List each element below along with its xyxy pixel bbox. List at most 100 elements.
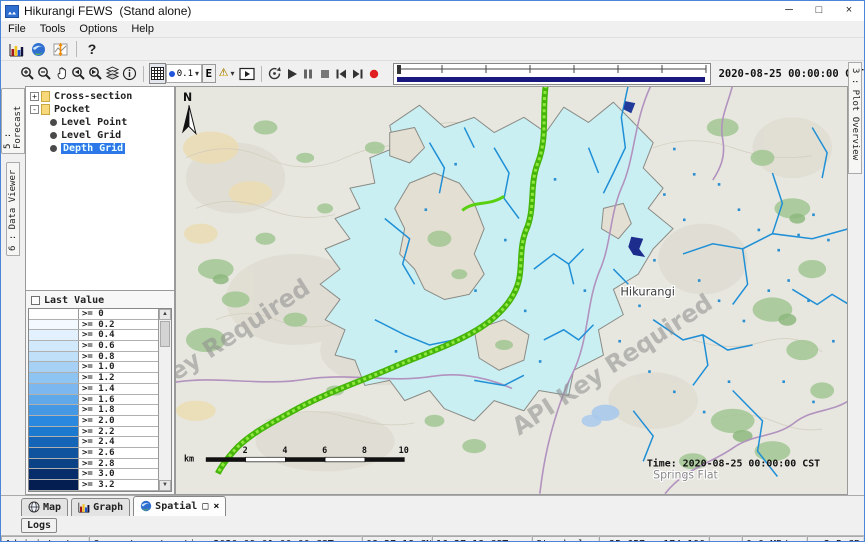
pause-icon[interactable] — [300, 63, 317, 84]
legend-row[interactable]: >= 1.8 — [29, 405, 171, 416]
warning-dropdown[interactable]: ⚠ ▾ — [216, 64, 238, 83]
legend-row[interactable]: >= 1.2 — [29, 373, 171, 384]
bullet-icon — [50, 145, 57, 152]
movie-player-icon[interactable] — [238, 63, 256, 84]
logs-row: Logs — [1, 516, 864, 535]
tab-forecast[interactable]: 5 : Forecast — [1, 88, 25, 154]
legend-swatch — [29, 384, 79, 394]
help-button[interactable]: ? — [82, 39, 102, 60]
contour-interval-dropdown[interactable]: 0.1 ▾ — [166, 64, 202, 83]
map-canvas[interactable]: Hikurangi Springs Flat API Key Required … — [176, 87, 847, 494]
legend-row[interactable]: >= 2.0 — [29, 416, 171, 427]
bullet-icon — [50, 132, 57, 139]
menu-help[interactable]: Help — [124, 21, 161, 37]
rolling-barrel-icon[interactable] — [266, 63, 283, 84]
skip-to-end-icon[interactable] — [349, 63, 366, 84]
tree-label: Cross-section — [54, 91, 132, 102]
filter-tree: + Cross-section - Pocket Level Point Lev… — [26, 87, 174, 291]
legend-row[interactable]: >= 0.2 — [29, 320, 171, 331]
legend-scrollbar[interactable]: ▲ ▼ — [158, 309, 171, 491]
legend-row[interactable]: >= 0.6 — [29, 341, 171, 352]
tab-data-viewer[interactable]: 6 : Data Viewer — [6, 162, 20, 256]
globe-icon[interactable] — [27, 39, 49, 60]
tree-label-selected: Depth Grid — [61, 143, 125, 154]
tab-plot-overview[interactable]: 3 : Plot Overview — [848, 62, 862, 174]
layers-icon[interactable] — [104, 63, 121, 84]
stop-icon[interactable] — [316, 63, 333, 84]
svg-text:8: 8 — [362, 446, 367, 456]
legend-swatch — [29, 405, 79, 415]
tree-node-level-point[interactable]: Level Point — [26, 116, 174, 129]
menu-bar: File Tools Options Help — [1, 21, 864, 38]
tree-node-level-grid[interactable]: Level Grid — [26, 129, 174, 142]
tab-close-icon[interactable]: × — [213, 501, 219, 512]
legend-row[interactable]: >= 0.8 — [29, 352, 171, 363]
logs-button[interactable]: Logs — [21, 518, 57, 533]
expand-icon[interactable]: + — [30, 92, 39, 101]
tab-maximize-icon[interactable]: □ — [202, 501, 208, 512]
status-memory: 2.5 GB — [807, 536, 864, 542]
legend-header: Last Value — [28, 293, 172, 308]
profile-scale-icon[interactable] — [49, 39, 71, 60]
legend-table: >= 0 >= 0.2 >= 0.4 >= 0.6 >= 0.8 >= 1.0 … — [28, 308, 172, 492]
tab-map[interactable]: Map — [21, 498, 68, 516]
tab-graph[interactable]: Graph — [71, 498, 130, 516]
tab-spatial[interactable]: Spatial □ × — [133, 496, 226, 516]
scroll-up-icon[interactable]: ▲ — [159, 309, 171, 320]
legend-swatch — [29, 469, 79, 479]
legend-row[interactable]: >= 2.8 — [29, 459, 171, 470]
menu-options[interactable]: Options — [72, 21, 124, 37]
zoom-previous-icon[interactable] — [70, 63, 87, 84]
scrollbar-thumb[interactable] — [160, 321, 170, 347]
menu-file[interactable]: File — [1, 21, 33, 37]
legend-row[interactable]: >= 2.2 — [29, 427, 171, 438]
grid-display-icon[interactable] — [149, 63, 166, 84]
left-tab-strip: 5 : Forecast 6 : Data Viewer — [1, 86, 25, 495]
last-value-checkbox[interactable] — [31, 296, 40, 305]
chevron-down-icon: ▾ — [231, 69, 235, 78]
tree-label: Level Grid — [61, 130, 121, 141]
svg-text:N: N — [183, 91, 192, 104]
slider-thumb[interactable] — [397, 65, 401, 74]
status-user: Administrator — [1, 536, 89, 542]
legend-swatch — [29, 373, 79, 383]
zoom-in-icon[interactable] — [19, 63, 36, 84]
close-button[interactable]: × — [834, 1, 864, 21]
maximize-button[interactable]: □ — [804, 1, 834, 21]
shallow-pond — [582, 415, 602, 427]
skip-to-start-icon[interactable] — [333, 63, 350, 84]
collapse-icon[interactable]: - — [30, 105, 39, 114]
legend-swatch — [29, 320, 79, 330]
tree-node-cross-section[interactable]: + Cross-section — [26, 90, 174, 103]
legend-row[interactable]: >= 0 — [29, 309, 171, 320]
legend-row[interactable]: >= 3.2 — [29, 480, 171, 491]
tree-node-pocket[interactable]: - Pocket — [26, 103, 174, 116]
database-bars-icon[interactable] — [5, 39, 27, 60]
zoom-next-icon[interactable] — [87, 63, 104, 84]
legend-row[interactable]: >= 1.4 — [29, 384, 171, 395]
map-view[interactable]: Hikurangi Springs Flat API Key Required … — [175, 86, 848, 495]
main-toolbar: ? — [1, 38, 864, 60]
legend-row[interactable]: >= 1.0 — [29, 362, 171, 373]
minimize-button[interactable]: ─ — [774, 1, 804, 21]
legend-row[interactable]: >= 2.6 — [29, 448, 171, 459]
status-warning[interactable]: ⚠ — [709, 536, 742, 542]
status-system-time: Current system time:2020-09-01 00:00 CST — [89, 536, 362, 542]
bar-chart-icon — [78, 501, 90, 513]
legend-row[interactable]: >= 1.6 — [29, 395, 171, 406]
zoom-out-icon[interactable] — [36, 63, 53, 84]
label-toggle-button[interactable]: E — [202, 64, 216, 83]
legend-row[interactable]: >= 3.0 — [29, 469, 171, 480]
menu-tools[interactable]: Tools — [33, 21, 73, 37]
tree-node-depth-grid[interactable]: Depth Grid — [26, 142, 174, 155]
legend-row[interactable]: >= 0.4 — [29, 330, 171, 341]
pan-hand-icon[interactable] — [53, 63, 70, 84]
data-availability-bar — [397, 77, 705, 82]
info-icon[interactable] — [121, 63, 138, 84]
legend-row[interactable]: >= 2.4 — [29, 437, 171, 448]
time-slider[interactable] — [393, 63, 711, 85]
play-icon[interactable] — [283, 63, 300, 84]
main-area: 5 : Forecast 6 : Data Viewer + Cross-sec… — [1, 86, 864, 495]
scroll-down-icon[interactable]: ▼ — [159, 480, 171, 491]
record-icon[interactable] — [366, 63, 383, 84]
